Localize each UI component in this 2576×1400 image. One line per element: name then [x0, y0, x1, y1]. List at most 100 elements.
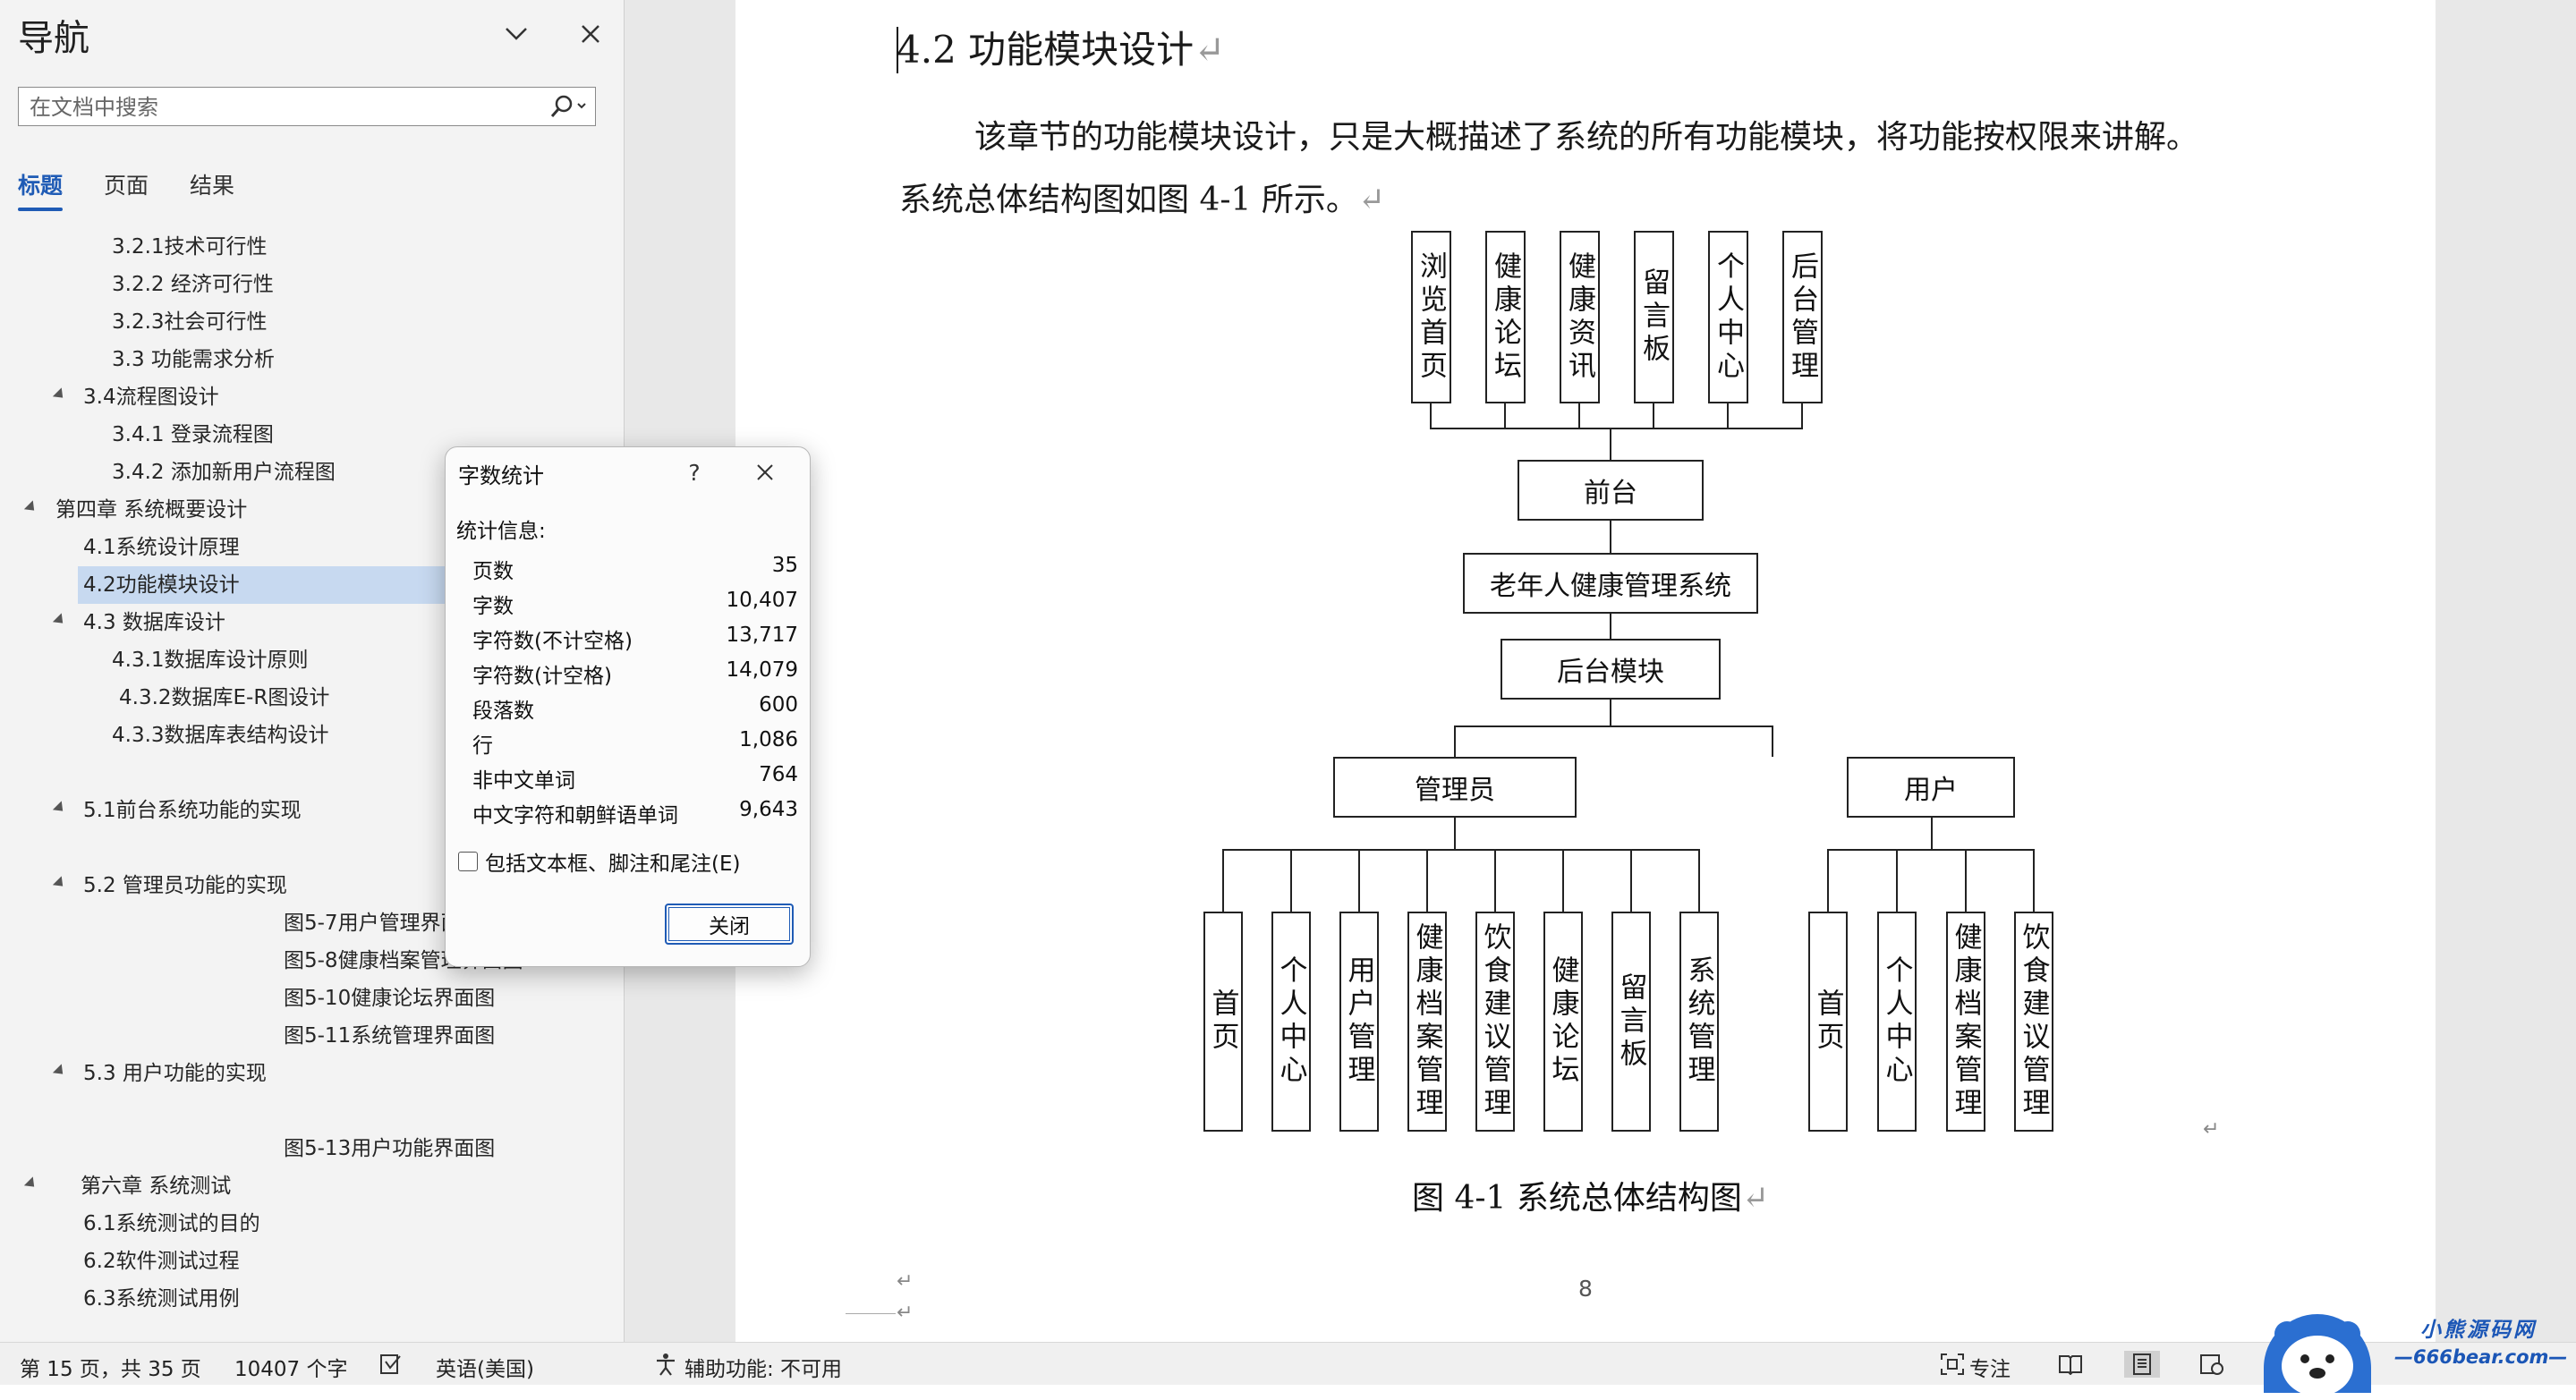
expand-triangle-icon[interactable]: [52, 801, 68, 816]
expand-triangle-icon[interactable]: [23, 500, 39, 515]
nav-title: 导航: [18, 18, 89, 59]
web-layout-icon[interactable]: [2198, 1351, 2226, 1378]
paragraph-mark: ↵: [897, 1302, 914, 1324]
connector-line: [1358, 849, 1360, 912]
outline-item[interactable]: 3.4.1 登录流程图: [112, 416, 274, 454]
stat-label: 字数: [472, 595, 514, 618]
dialog-title: 字数统计: [458, 463, 544, 488]
connector-line: [1562, 849, 1564, 912]
outline-item[interactable]: 4.3 数据库设计: [83, 604, 225, 641]
expand-triangle-icon[interactable]: [52, 1064, 68, 1079]
connector-line: [1610, 700, 1611, 726]
outline-item[interactable]: 6.3系统测试用例: [83, 1280, 240, 1318]
expand-triangle-icon[interactable]: [52, 387, 68, 403]
search-icon[interactable]: [543, 89, 593, 123]
connector-line: [1430, 403, 1432, 428]
outline-item[interactable]: 3.2.1技术可行性: [112, 228, 268, 266]
expand-triangle-icon[interactable]: [52, 876, 68, 891]
tab-results[interactable]: 结果: [190, 168, 234, 200]
connector-line: [1290, 849, 1292, 912]
outline-item[interactable]: 3.4.2 添加新用户流程图: [112, 454, 336, 491]
read-mode-icon[interactable]: [2056, 1351, 2085, 1378]
stat-value: 764: [759, 763, 798, 786]
stat-value: 1,086: [739, 728, 798, 751]
connector-line: [1630, 849, 1632, 912]
outline-item[interactable]: 图5-10健康论坛界面图: [284, 980, 495, 1017]
diagram-box: 首页: [1808, 912, 1848, 1132]
outline-item[interactable]: 5.1前台系统功能的实现: [83, 792, 302, 829]
outline-item[interactable]: 第四章 系统概要设计: [55, 491, 247, 529]
diagram-box: 系统管理: [1679, 912, 1719, 1132]
print-layout-icon[interactable]: [2124, 1351, 2160, 1378]
stat-label: 字符数(不计空格): [472, 630, 633, 653]
focus-icon[interactable]: [1938, 1351, 1967, 1378]
expand-triangle-icon[interactable]: [52, 613, 68, 628]
outline-item[interactable]: 图5-11系统管理界面图: [284, 1017, 495, 1055]
nav-close-icon[interactable]: [573, 16, 608, 52]
diagram-box: 管理员: [1333, 757, 1577, 818]
outline-item[interactable]: 6.2软件测试过程: [83, 1243, 240, 1280]
outline-item[interactable]: 5.2 管理员功能的实现: [83, 867, 287, 904]
help-icon[interactable]: ?: [675, 454, 714, 490]
connector-line: [1698, 849, 1700, 912]
stat-label: 非中文单词: [472, 769, 575, 793]
tab-headings[interactable]: 标题: [18, 168, 63, 200]
diagram-box: 饮食建议管理: [2014, 912, 2053, 1132]
include-textboxes-checkbox[interactable]: [458, 852, 478, 871]
connector-line: [1610, 428, 1611, 460]
status-bar: 第 15 页，共 35 页 10407 个字 英语(美国) 辅助功能: 不可用 …: [0, 1342, 2576, 1385]
diagram-box: 用户: [1847, 757, 2015, 818]
close-button[interactable]: 关闭: [665, 904, 794, 945]
margin-corner-mark: [846, 1313, 896, 1314]
stat-value: 35: [771, 554, 798, 577]
word-count-status[interactable]: 10407 个字: [234, 1352, 347, 1382]
expand-triangle-icon[interactable]: [23, 1176, 39, 1192]
outline-item[interactable]: 4.1系统设计原理: [83, 529, 240, 566]
paragraph-mark: ↵: [2203, 1118, 2220, 1141]
nav-search-box[interactable]: [18, 87, 596, 126]
close-icon[interactable]: [745, 454, 785, 490]
proofing-icon[interactable]: [377, 1351, 405, 1378]
outline-item[interactable]: 5.3 用户功能的实现: [83, 1055, 267, 1092]
outline-item[interactable]: 3.3 功能需求分析: [112, 341, 275, 378]
outline-item[interactable]: 6.1系统测试的目的: [83, 1205, 260, 1243]
outline-item[interactable]: 4.3.1数据库设计原则: [112, 641, 309, 679]
outline-item[interactable]: 3.2.3社会可行性: [112, 303, 268, 341]
diagram-box: 老年人健康管理系统: [1463, 553, 1758, 614]
page-number: 8: [1578, 1276, 1593, 1302]
watermark-logo: 小熊源码网 —666bear.com—: [2264, 1302, 2576, 1396]
tab-pages[interactable]: 页面: [104, 168, 149, 200]
stat-value: 10,407: [726, 589, 798, 612]
accessibility-icon[interactable]: [651, 1351, 680, 1378]
document-margin: [2436, 0, 2576, 1342]
diagram-box: 健康资讯: [1560, 231, 1600, 403]
outline-item-selected[interactable]: 4.2功能模块设计: [78, 566, 450, 604]
outline-item[interactable]: 第六章 系统测试: [81, 1167, 231, 1205]
include-textboxes-checkbox-row[interactable]: 包括文本框、脚注和尾注(E): [458, 846, 740, 877]
paragraph-mark: ↵: [897, 1270, 914, 1293]
outline-item[interactable]: 3.2.2 经济可行性: [112, 266, 274, 303]
outline-item[interactable]: 图5-13用户功能界面图: [284, 1130, 495, 1167]
connector-line: [1222, 849, 1700, 851]
connector-line: [1494, 849, 1496, 912]
figure-caption: 图 4-1 系统总体结构图↵: [1412, 1180, 1770, 1217]
diagram-box: 后台管理: [1782, 231, 1823, 403]
outline-item[interactable]: 4.3.2数据库E-R图设计: [119, 679, 329, 717]
diagram-box: 首页: [1203, 912, 1243, 1132]
paragraph-line: 系统总体结构图如图 4-1 所示。↵: [899, 182, 1386, 218]
outline-item[interactable]: 3.4流程图设计: [83, 378, 219, 416]
nav-options-chevron-icon[interactable]: [498, 16, 534, 52]
connector-line: [1896, 849, 1898, 912]
document-page[interactable]: 4.2 功能模块设计↵ 该章节的功能模块设计，只是大概描述了系统的所有功能模块，…: [735, 0, 2436, 1342]
diagram-box: 前台: [1518, 460, 1704, 521]
connector-line: [1827, 849, 1829, 912]
search-input[interactable]: [28, 93, 550, 122]
page-count-status[interactable]: 第 15 页，共 35 页: [20, 1352, 201, 1382]
accessibility-status[interactable]: 辅助功能: 不可用: [684, 1352, 842, 1382]
language-status[interactable]: 英语(美国): [436, 1352, 534, 1382]
outline-item[interactable]: 4.3.3数据库表结构设计: [112, 717, 329, 754]
diagram-box: 健康论坛: [1485, 231, 1526, 403]
connector-line: [1610, 521, 1611, 553]
connector-line: [1578, 403, 1580, 428]
focus-label[interactable]: 专注: [1969, 1352, 2011, 1382]
